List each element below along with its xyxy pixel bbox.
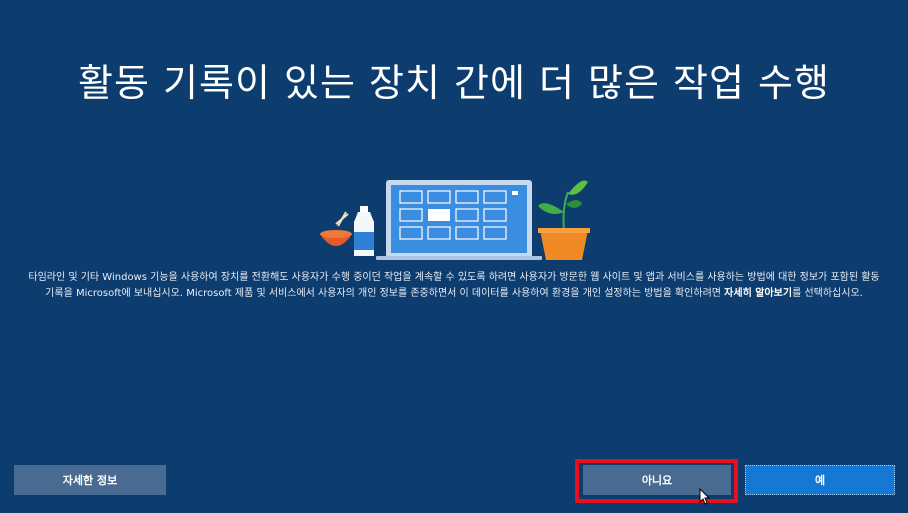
learn-more-link[interactable]: 자세히 알아보기 (724, 288, 792, 299)
milk-bottle-icon (354, 206, 374, 256)
page-title: 활동 기록이 있는 장치 간에 더 많은 작업 수행 (78, 61, 830, 105)
mouse-cursor-icon (699, 488, 711, 505)
description-suffix: 를 선택하십시오. (792, 288, 863, 299)
activity-history-description: 타임라인 및 기타 Windows 기능을 사용하여 장치를 전환해도 사용자가… (28, 270, 880, 302)
laptop-icon (376, 180, 542, 260)
yes-button[interactable]: 예 (745, 465, 895, 495)
bowl-icon (320, 211, 352, 246)
plant-icon (538, 180, 590, 260)
activity-illustration (320, 180, 590, 260)
more-info-button[interactable]: 자세한 정보 (14, 465, 166, 495)
